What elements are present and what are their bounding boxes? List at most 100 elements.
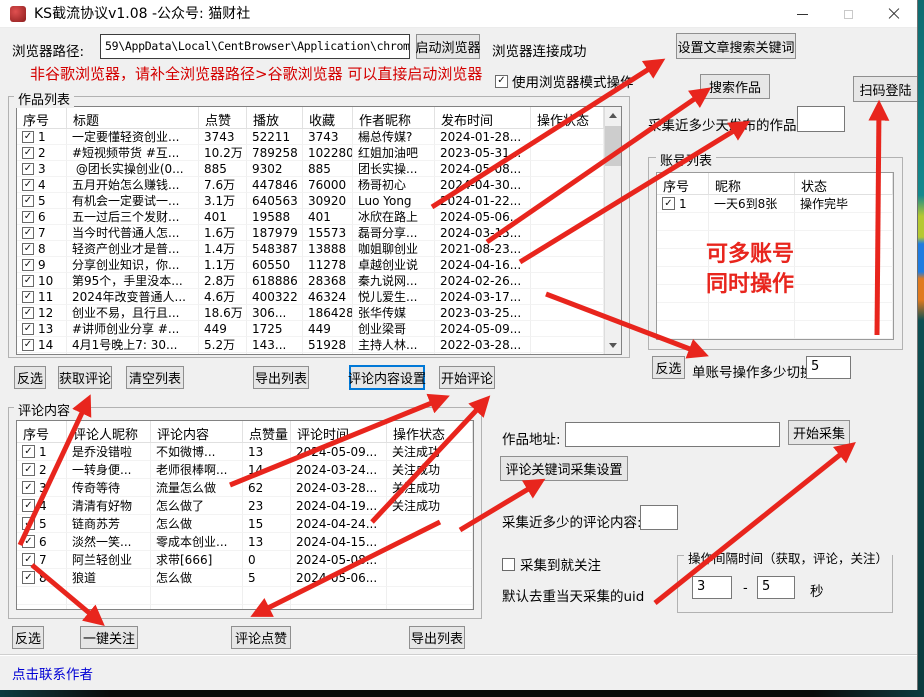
works-scrollbar[interactable] [604,107,621,354]
table-row[interactable]: 10 第95个，手里没本... 2.8万 618886 28368 秦九说网... 2024… [17,273,621,289]
row-checkbox[interactable] [22,481,35,494]
row-checkbox[interactable] [22,146,34,159]
column-header[interactable]: 操作状态 [387,421,473,442]
row-checkbox[interactable] [22,258,34,271]
browser-mode-checkbox-group[interactable]: 使用浏览器模式操作 [495,71,634,91]
search-works-button[interactable]: 搜索作品 [700,74,770,99]
scrollbar-thumb[interactable] [605,126,621,166]
row-checkbox[interactable] [22,322,34,335]
interval-from-input[interactable]: 3 [692,576,732,599]
row-checkbox[interactable] [22,535,35,548]
row-checkbox[interactable] [22,517,35,530]
table-row[interactable]: 4 五月开始怎么赚钱... 7.6万 447846 76000 杨哥初心 2024-04-3… [17,177,621,193]
works-invert-button[interactable]: 反选 [14,366,46,389]
column-header[interactable]: 点赞 [199,107,247,128]
get-comments-button[interactable]: 获取评论 [58,366,112,389]
table-row[interactable]: 5 链商苏芳 怎么做 15 2024-04-24... [17,515,473,533]
column-header[interactable]: 状态 [795,173,893,194]
row-checkbox[interactable] [22,274,34,287]
row-checkbox[interactable] [22,178,34,191]
minimize-button[interactable] [779,0,825,28]
row-checkbox[interactable] [22,306,34,319]
column-header[interactable]: 标题 [67,107,199,128]
table-row[interactable]: 13 #讲师创业分享 #... 449 1725 449 创业梁哥 2024-05-09..… [17,321,621,337]
scan-login-button[interactable]: 扫码登陆 [853,76,917,102]
column-header[interactable]: 发布时间 [435,107,531,128]
row-checkbox[interactable] [22,130,34,143]
row-checkbox[interactable] [22,445,35,458]
table-row[interactable]: 14 4月1号晚上7: 30... 5.2万 143... 51928 主持人林... 20… [17,337,621,353]
column-header[interactable]: 播放 [247,107,303,128]
row-checkbox[interactable] [22,290,34,303]
start-comment-button[interactable]: 开始评论 [439,366,495,389]
follow-on-capture-checkbox[interactable] [502,557,515,571]
table-row[interactable]: 4 清清有好物 怎么做了 23 2024-04-19... 关注成功 [17,497,473,515]
table-row[interactable]: 8 轻资产创业才是普... 1.4万 548387 13888 咖姐聊创业 2021-08-… [17,241,621,257]
collect-days-input[interactable] [797,106,845,132]
table-row[interactable]: 3 @团长实操创业(0... 885 9302 885 团长实操... 2024-05-0… [17,161,621,177]
column-header[interactable]: 点赞量 [243,421,291,442]
close-button[interactable] [871,0,917,28]
table-row[interactable]: 7 阿兰轻创业 求带[666] 0 2024-05-08... [17,551,473,569]
start-capture-button[interactable]: 开始采集 [788,420,850,445]
follow-on-capture-group[interactable]: 采集到就关注 [502,554,601,574]
table-row[interactable]: 2 一转身便... 老师很棒啊... 14 2024-03-24... 关注成功 [17,461,473,479]
browser-mode-checkbox[interactable] [495,74,508,88]
scroll-down-icon[interactable] [605,337,621,354]
row-checkbox[interactable] [22,194,34,207]
export-comments-button[interactable]: 导出列表 [409,626,465,649]
follow-all-button[interactable]: 一键关注 [80,626,138,649]
like-comments-button[interactable]: 评论点赞 [231,626,291,649]
table-row[interactable]: 2 #短视频带货 #互... 10.2万 789258 102280 红姐加油吧 2023-… [17,145,621,161]
row-checkbox[interactable] [22,553,35,566]
row-checkbox[interactable] [22,571,35,584]
column-header[interactable]: 序号 [657,173,709,194]
work-url-input[interactable] [565,422,780,447]
export-works-button[interactable]: 导出列表 [253,366,309,389]
row-checkbox[interactable] [22,463,35,476]
set-article-keyword-button[interactable]: 设置文章搜索关键词 [676,33,796,59]
row-checkbox[interactable] [22,338,34,351]
table-row[interactable]: 6 五一过后三个发财... 401 19588 401 冰欣在路上 2024-05-06..… [17,209,621,225]
row-checkbox[interactable] [22,210,34,223]
column-header[interactable]: 评论时间 [291,421,387,442]
clear-list-button[interactable]: 清空列表 [126,366,184,389]
comment-settings-button[interactable]: 评论内容设置 [348,365,426,390]
accounts-invert-button[interactable]: 反选 [652,356,685,379]
maximize-button[interactable] [825,0,871,28]
scroll-up-icon[interactable] [605,107,621,124]
column-header[interactable]: 收藏 [303,107,353,128]
column-header[interactable]: 序号 [17,107,67,128]
launch-browser-button[interactable]: 启动浏览器 [416,34,481,59]
table-row[interactable]: 1 一天6到8张 操作完毕 [657,195,893,213]
column-header[interactable]: 评论人昵称 [67,421,151,442]
account-switch-input[interactable]: 5 [806,356,851,379]
capture-count-input[interactable] [640,505,678,530]
table-row[interactable]: 1 一定要懂轻资创业... 3743 52211 3743 楊总传媒? 2024-01-28… [17,129,621,145]
table-row[interactable]: 11 2024年改变普通人... 4.6万 400322 46324 悦儿爱生... 202… [17,289,621,305]
table-row[interactable]: 5 有机会一定要试一... 3.1万 640563 30920 Luo Yong 2024-… [17,193,621,209]
row-checkbox[interactable] [22,162,34,175]
column-header[interactable]: 评论内容 [151,421,243,442]
row-checkbox[interactable] [22,499,35,512]
column-header[interactable]: 操作状态 [531,107,604,128]
contact-author-link[interactable]: 点击联系作者 [12,663,93,683]
keyword-capture-settings-button[interactable]: 评论关键词采集设置 [500,456,628,481]
column-header[interactable]: 作者昵称 [353,107,435,128]
column-header[interactable]: 昵称 [709,173,795,194]
table-row[interactable]: 12 创业不易，且行且... 18.6万 306... 186428 张华传媒 2023-0… [17,305,621,321]
row-checkbox[interactable] [22,355,34,356]
table-row[interactable]: 8 狼道 怎么做 5 2024-05-06... [17,569,473,587]
table-row[interactable]: 6 淡然一笑... 零成本创业... 13 2024-04-15... [17,533,473,551]
row-checkbox[interactable] [662,197,675,210]
interval-to-input[interactable]: 5 [757,576,795,599]
row-checkbox[interactable] [22,226,34,239]
column-header[interactable]: 序号 [17,421,67,442]
row-checkbox[interactable] [22,242,34,255]
browser-path-input[interactable]: 59\AppData\Local\CentBrowser\Application… [100,34,410,59]
table-row[interactable]: 7 当今时代普通人怎... 1.6万 187979 15573 磊哥分享... 2024-0… [17,225,621,241]
table-row[interactable]: 1 是乔没错啦 不如微博... 13 2024-05-09... 关注成功 [17,443,473,461]
comments-invert-button[interactable]: 反选 [12,626,44,649]
table-row[interactable]: 9 分享创业知识，你... 1.1万 60550 11278 卓越创业说 2024-04-1… [17,257,621,273]
table-row[interactable]: 3 传奇等待 流量怎么做 62 2024-03-28... 关注成功 [17,479,473,497]
